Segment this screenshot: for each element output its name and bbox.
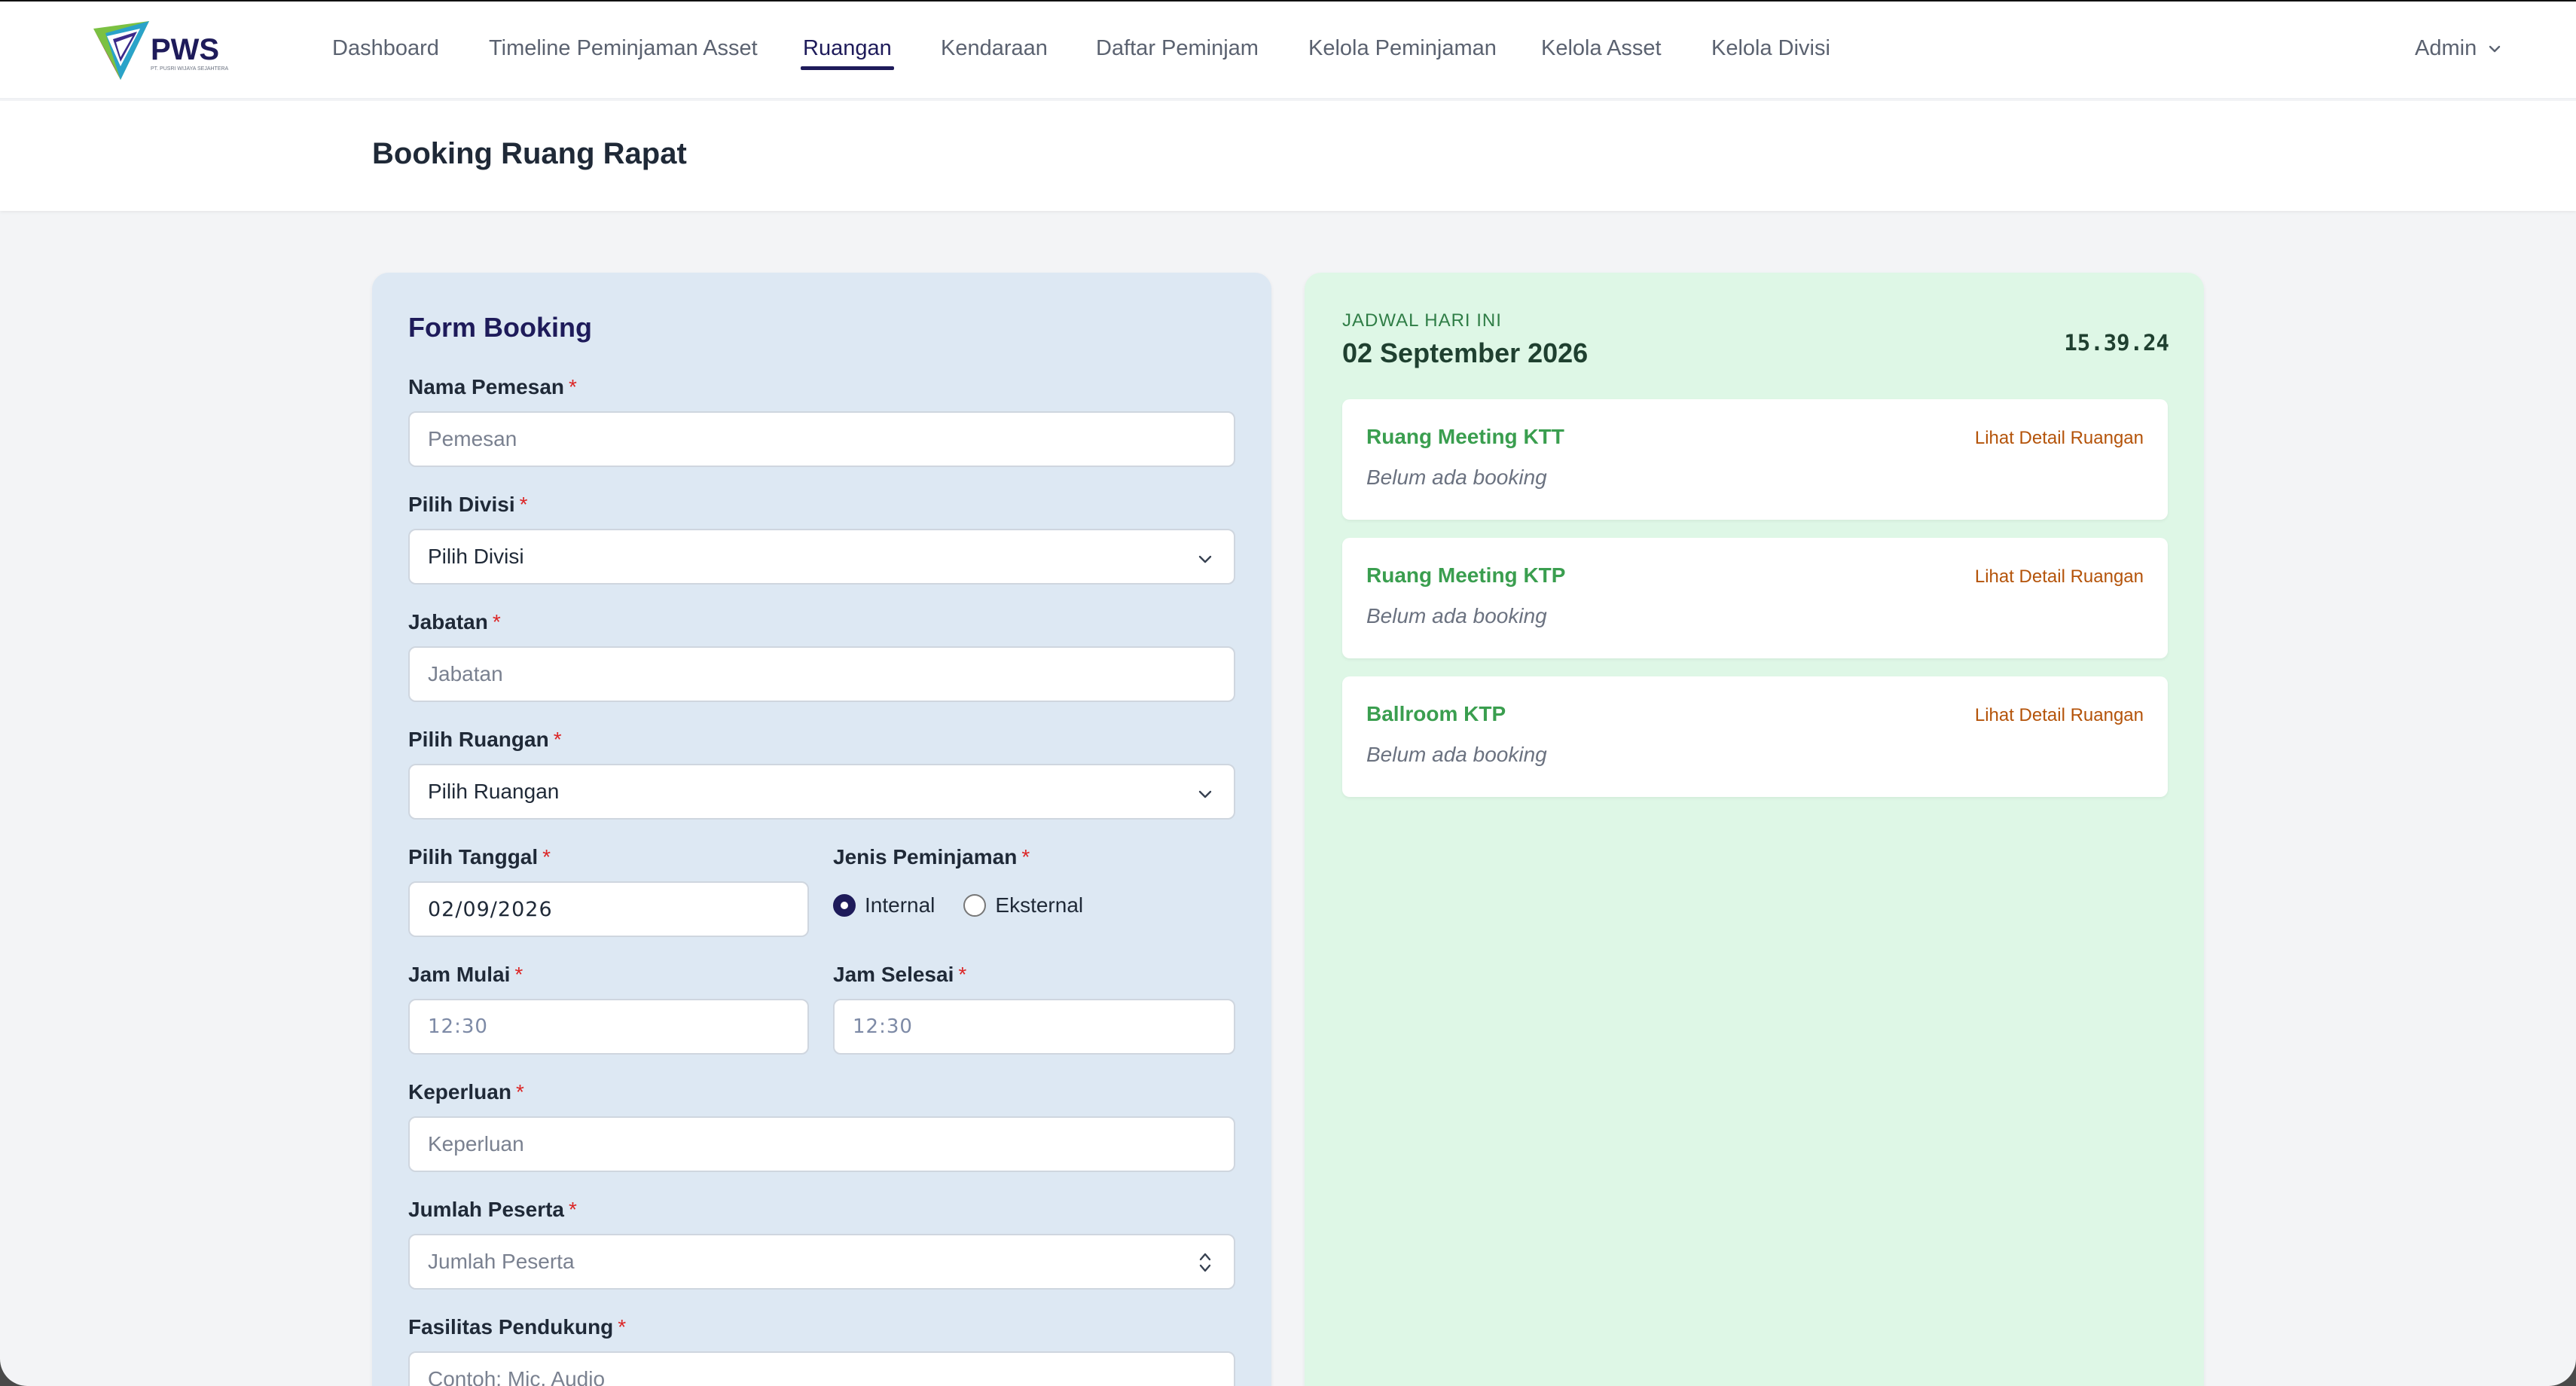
pilih-divisi-label: Pilih Divisi * [408,493,528,516]
chevron-down-icon [1198,555,1212,563]
brand-tagline: PT. PUSRI WIJAYA SEJAHTERA [151,66,229,72]
pilih-tanggal-label: Pilih Tanggal * [408,845,551,869]
jam-mulai-value: 12:30 [428,1015,488,1038]
room-detail-link[interactable]: Lihat Detail Ruangan [1975,705,2144,726]
fasilitas-pendukung-input[interactable]: Contoh: Mic, Audio [408,1351,1235,1386]
pilih-divisi-value: Pilih Divisi [428,545,524,568]
pilih-ruangan-value: Pilih Ruangan [428,780,560,803]
schedule-kicker: JADWAL HARI INI [1342,310,1502,331]
pilih-tanggal-value: 02/09/2026 [428,897,553,921]
nav-kendaraan[interactable]: Kendaraan [941,36,1048,61]
brand-logo[interactable]: PWS PT. PUSRI WIJAYA SEJAHTERA [90,20,229,83]
nav-timeline-peminjaman-asset[interactable]: Timeline Peminjaman Asset [489,36,758,61]
jabatan-placeholder: Jabatan [428,662,503,685]
room-detail-link[interactable]: Lihat Detail Ruangan [1975,566,2144,588]
pilih-tanggal-input[interactable]: 02/09/2026 [408,881,809,937]
nav-ruangan[interactable]: Ruangan [803,36,892,61]
keperluan-input[interactable]: Keperluan [408,1116,1235,1172]
fasilitas-pendukung-label: Fasilitas Pendukung * [408,1315,627,1339]
nama-pemesan-label: Nama Pemesan * [408,375,577,398]
room-status: Belum ada booking [1366,604,1547,627]
user-menu[interactable]: Admin [2415,36,2502,61]
room-card: Ballroom KTP Lihat Detail Ruangan Belum … [1342,676,2168,797]
jumlah-peserta-input[interactable]: Jumlah Peserta [408,1234,1235,1290]
nama-pemesan-input[interactable]: Pemesan [408,411,1235,467]
page-title: Booking Ruang Rapat [372,137,687,170]
app-window: PWS PT. PUSRI WIJAYA SEJAHTERA Dashboard… [0,0,2576,1386]
nav-dashboard[interactable]: Dashboard [332,36,439,61]
schedule-card: JADWAL HARI INI 02 September 2026 15.39.… [1305,273,2204,1386]
pilih-ruangan-label: Pilih Ruangan * [408,728,562,751]
room-card: Ruang Meeting KTP Lihat Detail Ruangan B… [1342,538,2168,658]
nav-daftar-peminjam[interactable]: Daftar Peminjam [1096,36,1259,61]
jumlah-peserta-placeholder: Jumlah Peserta [428,1250,575,1273]
jabatan-input[interactable]: Jabatan [408,646,1235,702]
room-status: Belum ada booking [1366,743,1547,766]
fasilitas-pendukung-placeholder: Contoh: Mic, Audio [428,1367,606,1386]
radio-internal-label: Internal [865,893,935,917]
radio-eksternal-label: Eksternal [995,893,1084,917]
chevron-down-icon [2489,45,2501,52]
room-status: Belum ada booking [1366,466,1547,489]
room-detail-link[interactable]: Lihat Detail Ruangan [1975,428,2144,449]
radio-internal[interactable] [833,894,856,917]
number-spinner-icon[interactable] [1198,1249,1213,1276]
jam-selesai-input[interactable]: 12:30 [833,999,1235,1055]
jabatan-label: Jabatan * [408,610,501,633]
user-name: Admin [2415,36,2477,60]
jam-mulai-input[interactable]: 12:30 [408,999,809,1055]
brand-name: PWS [151,33,220,66]
jumlah-peserta-label: Jumlah Peserta * [408,1198,577,1221]
schedule-clock: 15.39.24 [2064,330,2169,356]
nav-kelola-peminjaman[interactable]: Kelola Peminjaman [1308,36,1497,61]
form-title: Form Booking [408,312,592,343]
keperluan-label: Keperluan * [408,1080,524,1104]
pilih-ruangan-select[interactable]: Pilih Ruangan [408,764,1235,820]
room-name: Ballroom KTP [1366,702,1506,725]
nama-pemesan-placeholder: Pemesan [428,427,517,450]
jenis-peminjaman-label: Jenis Peminjaman * [833,845,1030,869]
radio-eksternal[interactable] [963,894,987,917]
booking-form-card: Form Booking Nama Pemesan * Pemesan Pilih… [372,273,1271,1386]
room-name: Ruang Meeting KTT [1366,425,1564,448]
jam-selesai-label: Jam Selesai * [833,963,967,986]
nav-active-indicator [801,66,894,70]
jenis-peminjaman-radio-group: Internal Eksternal [833,893,1083,917]
jam-mulai-label: Jam Mulai * [408,963,523,986]
room-card: Ruang Meeting KTT Lihat Detail Ruangan B… [1342,399,2168,520]
keperluan-placeholder: Keperluan [428,1132,524,1156]
nav-kelola-asset[interactable]: Kelola Asset [1541,36,1662,61]
jam-selesai-value: 12:30 [853,1015,913,1038]
top-navbar: PWS PT. PUSRI WIJAYA SEJAHTERA Dashboard… [0,2,2576,99]
pws-logo-icon [93,21,149,80]
nav-kelola-divisi[interactable]: Kelola Divisi [1711,36,1830,61]
room-name: Ruang Meeting KTP [1366,563,1566,587]
page-header: Booking Ruang Rapat [0,101,2576,211]
pilih-divisi-select[interactable]: Pilih Divisi [408,529,1235,585]
schedule-date: 02 September 2026 [1342,337,1589,368]
chevron-down-icon [1198,790,1212,798]
